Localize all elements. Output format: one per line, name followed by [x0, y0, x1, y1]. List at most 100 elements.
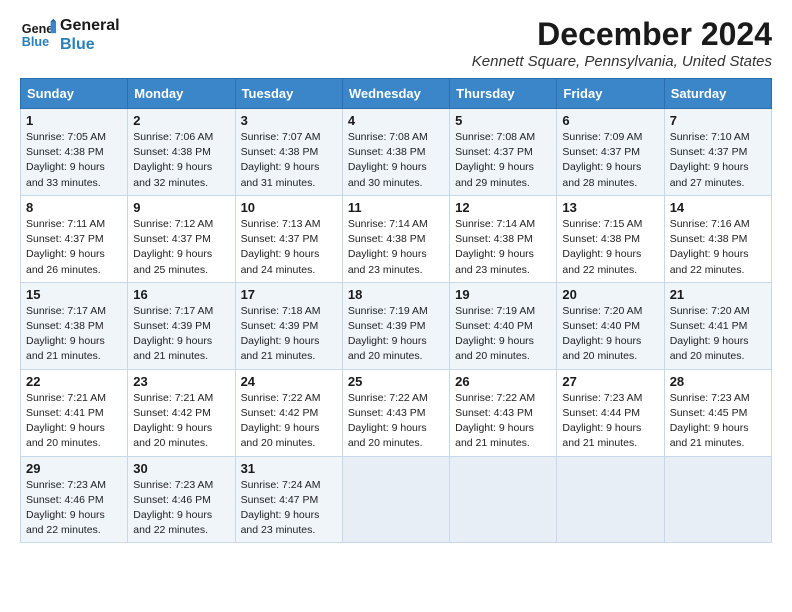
header-thursday: Thursday	[450, 79, 557, 109]
day-cell-4: 4 Sunrise: 7:08 AMSunset: 4:38 PMDaylight…	[342, 109, 449, 196]
calendar-body: 1 Sunrise: 7:05 AMSunset: 4:38 PMDaylight…	[21, 109, 772, 543]
day-info: Sunrise: 7:20 AMSunset: 4:41 PMDaylight:…	[670, 304, 766, 365]
week-row-2: 15 Sunrise: 7:17 AMSunset: 4:38 PMDayligh…	[21, 282, 772, 369]
location: Kennett Square, Pennsylvania, United Sta…	[472, 53, 772, 70]
day-info: Sunrise: 7:08 AMSunset: 4:37 PMDaylight:…	[455, 130, 551, 191]
day-info: Sunrise: 7:19 AMSunset: 4:39 PMDaylight:…	[348, 304, 444, 365]
day-info: Sunrise: 7:09 AMSunset: 4:37 PMDaylight:…	[562, 130, 658, 191]
header-saturday: Saturday	[664, 79, 771, 109]
day-info: Sunrise: 7:23 AMSunset: 4:46 PMDaylight:…	[26, 478, 122, 539]
week-row-1: 8 Sunrise: 7:11 AMSunset: 4:37 PMDaylight…	[21, 195, 772, 282]
svg-text:Blue: Blue	[22, 35, 49, 49]
day-cell-21: 21 Sunrise: 7:20 AMSunset: 4:41 PMDayligh…	[664, 282, 771, 369]
day-number: 16	[133, 287, 229, 302]
day-info: Sunrise: 7:10 AMSunset: 4:37 PMDaylight:…	[670, 130, 766, 191]
empty-cell	[557, 456, 664, 543]
day-info: Sunrise: 7:22 AMSunset: 4:43 PMDaylight:…	[348, 391, 444, 452]
day-cell-30: 30Sunrise: 7:23 AMSunset: 4:46 PMDayligh…	[128, 456, 235, 543]
day-number: 24	[241, 374, 337, 389]
day-number: 14	[670, 200, 766, 215]
day-number: 10	[241, 200, 337, 215]
day-info: Sunrise: 7:21 AMSunset: 4:42 PMDaylight:…	[133, 391, 229, 452]
day-info: Sunrise: 7:23 AMSunset: 4:45 PMDaylight:…	[670, 391, 766, 452]
day-cell-15: 15 Sunrise: 7:17 AMSunset: 4:38 PMDayligh…	[21, 282, 128, 369]
day-cell-26: 26Sunrise: 7:22 AMSunset: 4:43 PMDayligh…	[450, 369, 557, 456]
day-cell-23: 23 Sunrise: 7:21 AMSunset: 4:42 PMDayligh…	[128, 369, 235, 456]
day-cell-27: 27 Sunrise: 7:23 AMSunset: 4:44 PMDayligh…	[557, 369, 664, 456]
header-monday: Monday	[128, 79, 235, 109]
day-number: 8	[26, 200, 122, 215]
day-info: Sunrise: 7:05 AMSunset: 4:38 PMDaylight:…	[26, 130, 122, 191]
day-number: 15	[26, 287, 122, 302]
day-cell-31: 31Sunrise: 7:24 AMSunset: 4:47 PMDayligh…	[235, 456, 342, 543]
day-number: 11	[348, 200, 444, 215]
day-cell-20: 20 Sunrise: 7:20 AMSunset: 4:40 PMDayligh…	[557, 282, 664, 369]
logo-line1: General	[60, 16, 120, 35]
day-info: Sunrise: 7:21 AMSunset: 4:41 PMDaylight:…	[26, 391, 122, 452]
day-number: 27	[562, 374, 658, 389]
logo: General Blue General Blue	[20, 16, 120, 54]
day-cell-7: 7Sunrise: 7:10 AMSunset: 4:37 PMDaylight…	[664, 109, 771, 196]
day-number: 20	[562, 287, 658, 302]
day-info: Sunrise: 7:20 AMSunset: 4:40 PMDaylight:…	[562, 304, 658, 365]
day-number: 21	[670, 287, 766, 302]
logo-line2: Blue	[60, 35, 120, 54]
day-number: 19	[455, 287, 551, 302]
day-cell-8: 8 Sunrise: 7:11 AMSunset: 4:37 PMDaylight…	[21, 195, 128, 282]
day-cell-18: 18 Sunrise: 7:19 AMSunset: 4:39 PMDayligh…	[342, 282, 449, 369]
day-cell-2: 2 Sunrise: 7:06 AMSunset: 4:38 PMDaylight…	[128, 109, 235, 196]
day-number: 2	[133, 113, 229, 128]
empty-cell	[450, 456, 557, 543]
day-cell-12: 12 Sunrise: 7:14 AMSunset: 4:38 PMDayligh…	[450, 195, 557, 282]
day-cell-22: 22Sunrise: 7:21 AMSunset: 4:41 PMDayligh…	[21, 369, 128, 456]
day-cell-10: 10Sunrise: 7:13 AMSunset: 4:37 PMDayligh…	[235, 195, 342, 282]
title-block: December 2024 Kennett Square, Pennsylvan…	[472, 16, 772, 70]
day-cell-25: 25 Sunrise: 7:22 AMSunset: 4:43 PMDayligh…	[342, 369, 449, 456]
day-cell-6: 6 Sunrise: 7:09 AMSunset: 4:37 PMDaylight…	[557, 109, 664, 196]
week-row-4: 29 Sunrise: 7:23 AMSunset: 4:46 PMDayligh…	[21, 456, 772, 543]
day-number: 28	[670, 374, 766, 389]
month-title: December 2024	[472, 16, 772, 53]
day-cell-24: 24Sunrise: 7:22 AMSunset: 4:42 PMDayligh…	[235, 369, 342, 456]
day-number: 29	[26, 461, 122, 476]
day-info: Sunrise: 7:24 AMSunset: 4:47 PMDaylight:…	[241, 478, 337, 539]
header-friday: Friday	[557, 79, 664, 109]
day-info: Sunrise: 7:08 AMSunset: 4:38 PMDaylight:…	[348, 130, 444, 191]
day-cell-28: 28 Sunrise: 7:23 AMSunset: 4:45 PMDayligh…	[664, 369, 771, 456]
day-info: Sunrise: 7:14 AMSunset: 4:38 PMDaylight:…	[455, 217, 551, 278]
day-number: 30	[133, 461, 229, 476]
calendar-header-row: SundayMondayTuesdayWednesdayThursdayFrid…	[21, 79, 772, 109]
day-cell-11: 11Sunrise: 7:14 AMSunset: 4:38 PMDayligh…	[342, 195, 449, 282]
day-info: Sunrise: 7:17 AMSunset: 4:38 PMDaylight:…	[26, 304, 122, 365]
day-info: Sunrise: 7:23 AMSunset: 4:44 PMDaylight:…	[562, 391, 658, 452]
day-cell-13: 13 Sunrise: 7:15 AMSunset: 4:38 PMDayligh…	[557, 195, 664, 282]
empty-cell	[664, 456, 771, 543]
day-cell-3: 3Sunrise: 7:07 AMSunset: 4:38 PMDaylight…	[235, 109, 342, 196]
day-info: Sunrise: 7:15 AMSunset: 4:38 PMDaylight:…	[562, 217, 658, 278]
day-info: Sunrise: 7:11 AMSunset: 4:37 PMDaylight:…	[26, 217, 122, 278]
day-number: 13	[562, 200, 658, 215]
day-number: 18	[348, 287, 444, 302]
day-info: Sunrise: 7:12 AMSunset: 4:37 PMDaylight:…	[133, 217, 229, 278]
day-number: 4	[348, 113, 444, 128]
logo-icon: General Blue	[20, 17, 56, 53]
day-cell-9: 9 Sunrise: 7:12 AMSunset: 4:37 PMDaylight…	[128, 195, 235, 282]
empty-cell	[342, 456, 449, 543]
day-number: 6	[562, 113, 658, 128]
day-info: Sunrise: 7:16 AMSunset: 4:38 PMDaylight:…	[670, 217, 766, 278]
day-info: Sunrise: 7:18 AMSunset: 4:39 PMDaylight:…	[241, 304, 337, 365]
page-header: General Blue General Blue December 2024 …	[20, 16, 772, 70]
day-cell-29: 29 Sunrise: 7:23 AMSunset: 4:46 PMDayligh…	[21, 456, 128, 543]
day-number: 1	[26, 113, 122, 128]
day-number: 23	[133, 374, 229, 389]
header-wednesday: Wednesday	[342, 79, 449, 109]
day-number: 12	[455, 200, 551, 215]
day-number: 25	[348, 374, 444, 389]
day-number: 17	[241, 287, 337, 302]
day-info: Sunrise: 7:06 AMSunset: 4:38 PMDaylight:…	[133, 130, 229, 191]
day-cell-5: 5Sunrise: 7:08 AMSunset: 4:37 PMDaylight…	[450, 109, 557, 196]
calendar-table: SundayMondayTuesdayWednesdayThursdayFrid…	[20, 78, 772, 543]
day-cell-16: 16Sunrise: 7:17 AMSunset: 4:39 PMDayligh…	[128, 282, 235, 369]
day-number: 9	[133, 200, 229, 215]
day-cell-14: 14 Sunrise: 7:16 AMSunset: 4:38 PMDayligh…	[664, 195, 771, 282]
